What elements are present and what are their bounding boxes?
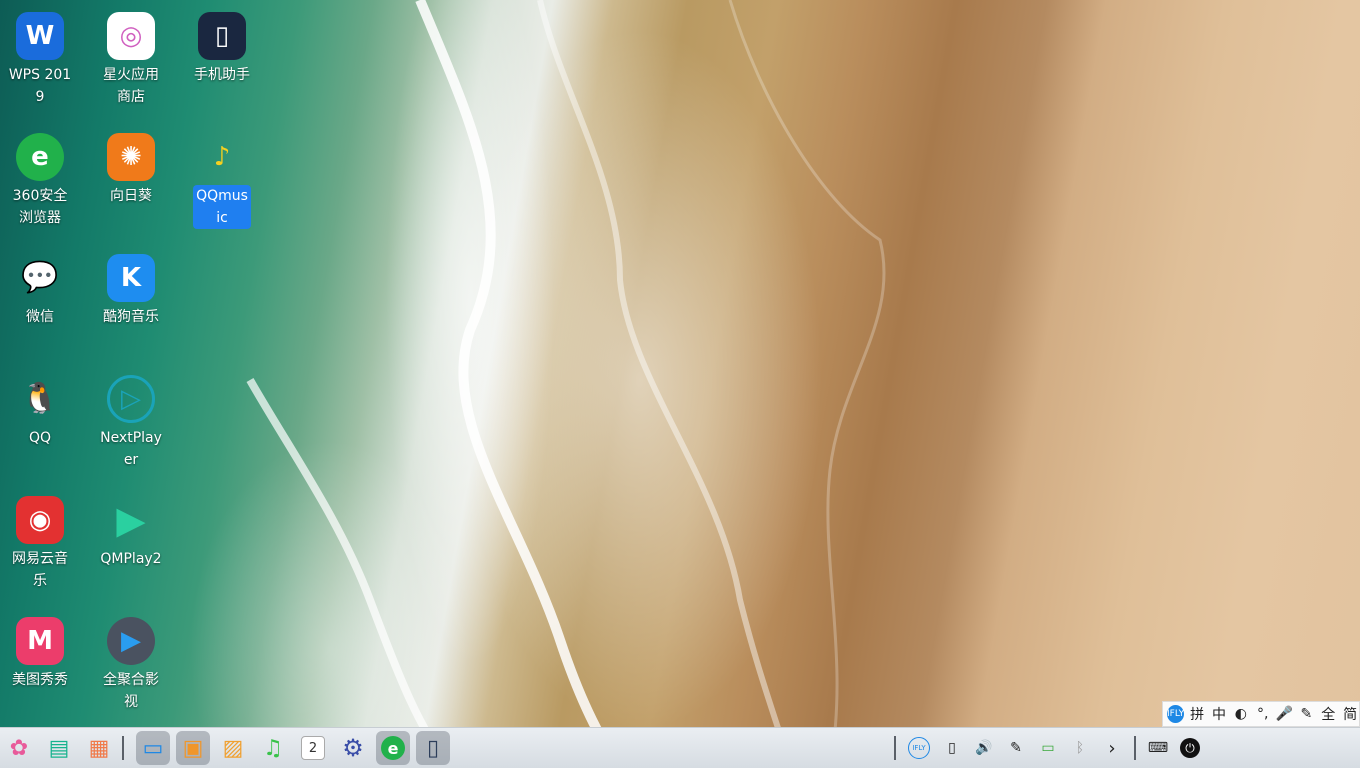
quanjuhe-play-icon: ▶	[107, 617, 155, 665]
pen-tray-icon[interactable]: ✎	[1006, 738, 1026, 758]
desktop-icon-qq[interactable]: 🐧 QQ	[0, 365, 80, 449]
desktop-icon-qmplay2[interactable]: ▶ QMPlay2	[91, 486, 171, 570]
meitu-icon: M	[16, 617, 64, 665]
kugou-icon: K	[107, 254, 155, 302]
volume-icon[interactable]: 🔊	[974, 738, 994, 758]
desktop-icon-label: QMPlay2	[100, 551, 162, 567]
launcher-icon: ✿	[9, 735, 29, 761]
desktop-icon-label: 手机助手	[194, 67, 250, 83]
dock-settings-button[interactable]: ⚙	[336, 731, 370, 765]
wps-icon: W	[16, 12, 64, 60]
desktop-icon-phone-assistant[interactable]: ▯ 手机助手	[182, 2, 262, 86]
system-tray: IFLY ▯ 🔊 ✎ ▭ ᛒ › ⌨ ⏻	[894, 728, 1352, 768]
spark-store-icon: ◎	[107, 12, 155, 60]
desktop-icon-netease-music[interactable]: ◉ 网易云音乐	[0, 486, 80, 592]
qmplay2-icon: ▶	[116, 498, 146, 542]
ime-microphone-icon[interactable]: 🎤	[1276, 706, 1294, 722]
desktop-icon-label: 网易云音乐	[12, 551, 68, 589]
desktop-icon-label: QQ	[28, 430, 52, 446]
desktop-icon-qqmusic[interactable]: ♪ QQmusic	[182, 123, 262, 229]
desktop-icon-label: 向日葵	[110, 188, 152, 204]
ime-handwriting-icon[interactable]: ✎	[1297, 706, 1315, 722]
sunflower-icon: ✺	[107, 133, 155, 181]
file-manager-icon: ▭	[142, 735, 164, 761]
ime-pinyin-button[interactable]: 拼	[1188, 704, 1206, 724]
phone-tray-icon[interactable]: ▯	[942, 738, 962, 758]
desktop-icon-label: QQmusic	[193, 185, 251, 229]
desktop-icon-meitu[interactable]: M 美图秀秀	[0, 607, 80, 691]
desktop-icon-kugou[interactable]: K 酷狗音乐	[91, 244, 171, 328]
battery-icon[interactable]: ▭	[1038, 738, 1058, 758]
desktop-icon-label: 全聚合影视	[103, 672, 159, 710]
desktop-icon-label: WPS 2019	[8, 67, 72, 105]
power-icon[interactable]: ⏻	[1180, 738, 1200, 758]
dock-music-button[interactable]: ♫	[256, 731, 290, 765]
settings-gear-icon: ⚙	[342, 734, 364, 762]
desktop-icon-quanjuhe[interactable]: ▶ 全聚合影视	[91, 607, 171, 713]
desktop-icon-label: 酷狗音乐	[103, 309, 159, 325]
dock-phone-assistant-button[interactable]: ▯	[416, 731, 450, 765]
calendar-icon: 2	[301, 736, 325, 760]
desktop-icon-sunflower[interactable]: ✺ 向日葵	[91, 123, 171, 207]
nextplayer-icon: ▷	[107, 375, 155, 423]
qqmusic-icon: ♪	[213, 142, 231, 172]
ime-simplified-button[interactable]: 简	[1341, 704, 1359, 724]
tray-separator	[1134, 736, 1136, 760]
phone-assistant-icon: ▯	[426, 735, 440, 761]
desktop-icon-label: 360安全浏览器	[12, 188, 68, 226]
desktop-icon-nextplayer[interactable]: ▷ NextPlayer	[91, 365, 171, 471]
360-browser-icon: e	[381, 736, 405, 760]
desktop-icon-wps[interactable]: W WPS 2019	[0, 2, 80, 108]
qq-penguin-icon: 🐧	[21, 381, 59, 416]
netease-music-icon: ◉	[16, 496, 64, 544]
desktop-icon-label: 微信	[26, 309, 54, 325]
dock-launcher-button[interactable]: ✿	[2, 731, 36, 765]
phone-assistant-icon: ▯	[198, 12, 246, 60]
ime-fullwidth-button[interactable]: 全	[1319, 704, 1337, 724]
keyboard-icon[interactable]: ⌨	[1148, 738, 1168, 758]
ime-halfwidth-moon-icon[interactable]: ◐	[1232, 706, 1250, 722]
ifly-tray-icon[interactable]: IFLY	[908, 737, 930, 759]
dock-app-store-button[interactable]: ▣	[176, 731, 210, 765]
desktop-icon-label: 星火应用商店	[103, 67, 159, 105]
desktop-icon-360-browser[interactable]: e 360安全浏览器	[0, 123, 80, 229]
multitask-view-icon: ▤	[48, 735, 70, 761]
dock-separator	[122, 736, 124, 760]
ime-chinese-mode-button[interactable]: 中	[1210, 704, 1228, 724]
wechat-icon: 💬	[21, 260, 59, 295]
app-store-icon: ▣	[182, 735, 204, 761]
desktop-wallpaper	[0, 0, 1360, 767]
dock-calendar-button[interactable]: 2	[296, 731, 330, 765]
music-note-icon: ♫	[263, 735, 283, 761]
tray-expand-chevron-icon[interactable]: ›	[1102, 738, 1122, 759]
bluetooth-icon[interactable]: ᛒ	[1070, 738, 1090, 758]
taskbar-dock: ✿ ▤ ▦ ▭ ▣ ▨ ♫ 2 ⚙ e ▯ IFLY ▯ 🔊 ✎ ▭ ᛒ › ⌨…	[0, 727, 1360, 768]
desktop-icon-spark-store[interactable]: ◎ 星火应用商店	[91, 2, 171, 108]
360-browser-icon: e	[16, 133, 64, 181]
desktop-icon-label: 美图秀秀	[12, 672, 68, 688]
dock-show-desktop-button[interactable]: ▦	[82, 731, 116, 765]
desktop-icon-label: NextPlayer	[100, 430, 162, 468]
dock-360-browser-button[interactable]: e	[376, 731, 410, 765]
dock-image-viewer-button[interactable]: ▨	[216, 731, 250, 765]
tray-separator	[894, 736, 896, 760]
ifly-logo-icon[interactable]: IFLY	[1167, 705, 1185, 723]
image-viewer-icon: ▨	[222, 735, 244, 761]
input-method-toolbar: IFLY 拼 中 ◐ °, 🎤 ✎ 全 简	[1162, 701, 1360, 727]
desktop-icon-wechat[interactable]: 💬 微信	[0, 244, 80, 328]
ime-punctuation-button[interactable]: °,	[1254, 706, 1272, 722]
dock-file-manager-button[interactable]: ▭	[136, 731, 170, 765]
dock-multitask-button[interactable]: ▤	[42, 731, 76, 765]
show-desktop-icon: ▦	[88, 735, 110, 761]
